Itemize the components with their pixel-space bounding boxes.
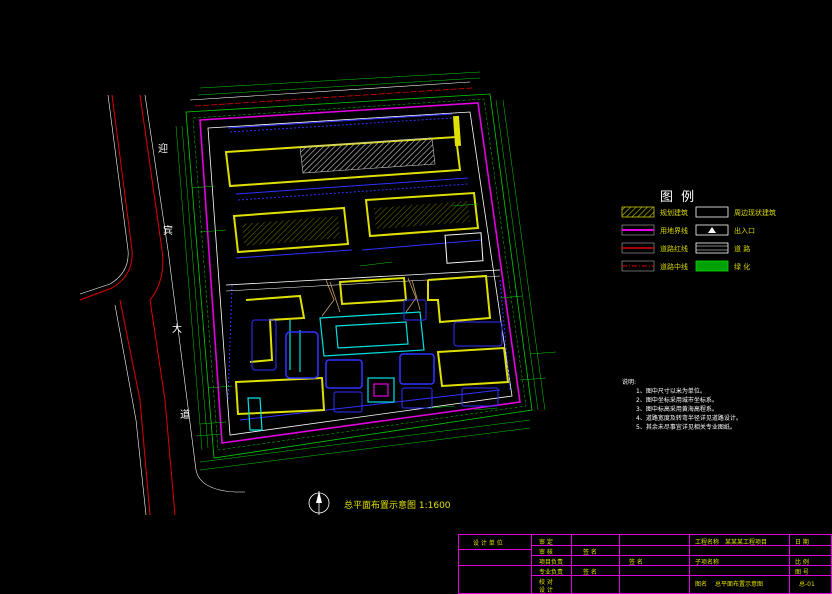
tb-row-label: 项目负责 xyxy=(539,559,564,566)
road-label-1: 迎 xyxy=(158,144,168,155)
tb-row-label: 审 定 xyxy=(539,539,553,546)
legend-item-existing: 周边现状建筑 xyxy=(734,209,776,217)
legend-item-green: 绿 化 xyxy=(734,263,751,271)
tb-sign: 签 名 xyxy=(629,559,643,566)
tb-scale-label: 比 例 xyxy=(795,559,809,566)
legend-item-centerline: 道路中线 xyxy=(660,263,688,271)
notes-line: 3、图中标高采用黄海高程系。 xyxy=(636,406,718,413)
road-label-4: 道 xyxy=(180,410,190,421)
building-row2-right xyxy=(364,191,480,238)
green-annotations xyxy=(191,185,557,437)
legend-title: 图 例 xyxy=(660,190,697,205)
notes-line: 2、图中坐标采用城市坐标系。 xyxy=(636,397,718,404)
building-row2-left xyxy=(232,206,350,254)
tb-row-label: 审 核 xyxy=(539,549,553,556)
tb-date-label: 日 期 xyxy=(795,539,809,546)
building-bottom-right xyxy=(436,346,510,388)
tb-project-name: 某某某工程项目 xyxy=(725,539,768,546)
tb-design-unit: 设 计 单 位 xyxy=(473,540,503,547)
tb-drawing-label: 图名 xyxy=(695,581,708,588)
tb-sheet: 总-01 xyxy=(799,581,815,588)
road-label-2: 宾 xyxy=(163,226,173,237)
road-yingbin xyxy=(79,94,176,516)
legend-item-redline: 道路红线 xyxy=(660,245,688,253)
notes-line: 1、图中尺寸以米为单位。 xyxy=(636,388,706,395)
tb-project-label: 工程名称 xyxy=(695,539,720,546)
notes-heading: 说明: xyxy=(622,379,637,386)
notes-line: 4、道路宽度及转弯半径详见道路设计。 xyxy=(636,415,742,422)
tb-sign: 签 名 xyxy=(583,549,597,556)
title-block: 设 计 单 位 审 定 审 核 项目负责 专业负责 校 对 设 计 签 名 签 … xyxy=(458,534,832,594)
legend-item-boundary: 用地界线 xyxy=(660,227,688,235)
tb-row-label: 设 计 xyxy=(539,587,553,594)
road-yingbin-edge xyxy=(79,94,245,516)
tb-drawing-name: 总平面布置示意图 xyxy=(715,581,764,588)
building-lower-left xyxy=(245,294,306,363)
tb-sign: 签 名 xyxy=(583,569,597,576)
tb-drawing-no: 图 号 xyxy=(795,569,809,576)
design-notes: 说明: 1、图中尺寸以米为单位。 2、图中坐标采用城市坐标系。 3、图中标高采用… xyxy=(622,378,812,432)
existing-building xyxy=(444,232,484,264)
dimension-top xyxy=(197,71,481,96)
legend-item-road: 道 路 xyxy=(734,245,751,253)
legend-item-building: 规划建筑 xyxy=(660,209,688,217)
tb-sub-item: 子项名称 xyxy=(695,559,720,566)
tb-row-label: 专业负责 xyxy=(539,569,564,576)
plan-title: 总平面布置示意图 1:1600 xyxy=(344,501,451,511)
dimension-right xyxy=(495,99,546,411)
notes-line: 5、其余未尽事宜详见相关专业图纸。 xyxy=(636,424,736,431)
legend-item-entrance: 出入口 xyxy=(734,227,755,235)
north-arrow xyxy=(308,491,330,515)
road-label-3: 大 xyxy=(172,324,182,335)
building-lower-right xyxy=(427,274,492,324)
